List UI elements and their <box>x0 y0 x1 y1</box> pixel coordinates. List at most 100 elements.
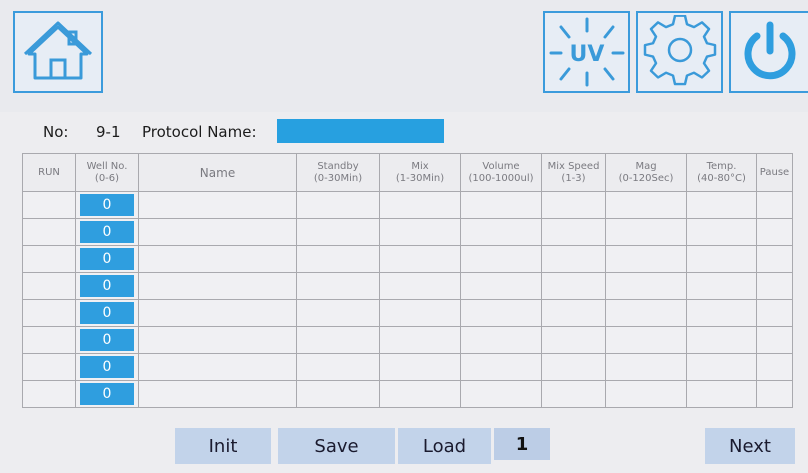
well-value[interactable]: 0 <box>80 248 134 270</box>
mix-speed-cell[interactable] <box>541 272 606 300</box>
name-cell[interactable] <box>138 326 297 354</box>
run-cell[interactable] <box>22 191 76 219</box>
mix-speed-cell[interactable] <box>541 191 606 219</box>
protocol-name-field[interactable] <box>277 119 444 143</box>
standby-cell[interactable] <box>296 353 380 381</box>
name-cell[interactable] <box>138 353 297 381</box>
mix-speed-cell[interactable] <box>541 299 606 327</box>
mag-cell[interactable] <box>605 380 687 408</box>
temp-cell[interactable] <box>686 218 757 246</box>
volume-cell[interactable] <box>460 326 542 354</box>
well-value[interactable]: 0 <box>80 194 134 216</box>
temp-cell[interactable] <box>686 326 757 354</box>
table-row: 0 <box>22 353 793 381</box>
temp-cell[interactable] <box>686 353 757 381</box>
pause-cell[interactable] <box>756 326 793 354</box>
mag-cell[interactable] <box>605 218 687 246</box>
col-volume-header: Volume (100-1000ul) <box>460 153 542 192</box>
pause-cell[interactable] <box>756 272 793 300</box>
mix-cell[interactable] <box>379 191 461 219</box>
mix-cell[interactable] <box>379 299 461 327</box>
pause-cell[interactable] <box>756 299 793 327</box>
temp-cell[interactable] <box>686 299 757 327</box>
name-cell[interactable] <box>138 245 297 273</box>
well-cell[interactable]: 0 <box>75 218 139 246</box>
mix-speed-cell[interactable] <box>541 326 606 354</box>
standby-cell[interactable] <box>296 218 380 246</box>
volume-cell[interactable] <box>460 191 542 219</box>
standby-cell[interactable] <box>296 272 380 300</box>
volume-cell[interactable] <box>460 245 542 273</box>
volume-cell[interactable] <box>460 353 542 381</box>
well-value[interactable]: 0 <box>80 329 134 351</box>
standby-cell[interactable] <box>296 245 380 273</box>
well-cell[interactable]: 0 <box>75 353 139 381</box>
mix-speed-cell[interactable] <box>541 380 606 408</box>
uv-lamp-button[interactable]: UV <box>543 11 630 93</box>
mag-cell[interactable] <box>605 353 687 381</box>
mix-speed-cell[interactable] <box>541 245 606 273</box>
volume-cell[interactable] <box>460 299 542 327</box>
next-button[interactable]: Next <box>705 428 795 464</box>
mag-cell[interactable] <box>605 245 687 273</box>
mix-cell[interactable] <box>379 380 461 408</box>
name-cell[interactable] <box>138 218 297 246</box>
run-cell[interactable] <box>22 218 76 246</box>
temp-cell[interactable] <box>686 245 757 273</box>
name-cell[interactable] <box>138 299 297 327</box>
name-cell[interactable] <box>138 380 297 408</box>
pause-cell[interactable] <box>756 191 793 219</box>
volume-cell[interactable] <box>460 218 542 246</box>
init-button[interactable]: Init <box>175 428 271 464</box>
volume-cell[interactable] <box>460 380 542 408</box>
mag-cell[interactable] <box>605 272 687 300</box>
run-cell[interactable] <box>22 272 76 300</box>
well-cell[interactable]: 0 <box>75 272 139 300</box>
mix-cell[interactable] <box>379 326 461 354</box>
well-value[interactable]: 0 <box>80 275 134 297</box>
mix-cell[interactable] <box>379 218 461 246</box>
mag-cell[interactable] <box>605 326 687 354</box>
temp-cell[interactable] <box>686 191 757 219</box>
name-cell[interactable] <box>138 272 297 300</box>
mag-cell[interactable] <box>605 191 687 219</box>
well-cell[interactable]: 0 <box>75 245 139 273</box>
name-cell[interactable] <box>138 191 297 219</box>
run-cell[interactable] <box>22 299 76 327</box>
well-cell[interactable]: 0 <box>75 380 139 408</box>
home-button[interactable] <box>13 11 103 93</box>
pause-cell[interactable] <box>756 218 793 246</box>
well-cell[interactable]: 0 <box>75 326 139 354</box>
mix-speed-cell[interactable] <box>541 353 606 381</box>
pause-cell[interactable] <box>756 353 793 381</box>
run-cell[interactable] <box>22 353 76 381</box>
run-cell[interactable] <box>22 380 76 408</box>
volume-cell[interactable] <box>460 272 542 300</box>
well-cell[interactable]: 0 <box>75 299 139 327</box>
run-cell[interactable] <box>22 245 76 273</box>
mix-speed-cell[interactable] <box>541 218 606 246</box>
mix-cell[interactable] <box>379 353 461 381</box>
well-value[interactable]: 0 <box>80 383 134 405</box>
standby-cell[interactable] <box>296 299 380 327</box>
well-value[interactable]: 0 <box>80 356 134 378</box>
standby-cell[interactable] <box>296 326 380 354</box>
standby-cell[interactable] <box>296 191 380 219</box>
run-cell[interactable] <box>22 326 76 354</box>
table-row: 0 <box>22 191 793 219</box>
load-button[interactable]: Load <box>398 428 491 464</box>
standby-cell[interactable] <box>296 380 380 408</box>
temp-cell[interactable] <box>686 380 757 408</box>
settings-button[interactable] <box>636 11 723 93</box>
mix-cell[interactable] <box>379 245 461 273</box>
pause-cell[interactable] <box>756 245 793 273</box>
pause-cell[interactable] <box>756 380 793 408</box>
temp-cell[interactable] <box>686 272 757 300</box>
well-cell[interactable]: 0 <box>75 191 139 219</box>
power-button[interactable] <box>729 11 808 93</box>
mag-cell[interactable] <box>605 299 687 327</box>
well-value[interactable]: 0 <box>80 221 134 243</box>
save-button[interactable]: Save <box>278 428 395 464</box>
mix-cell[interactable] <box>379 272 461 300</box>
well-value[interactable]: 0 <box>80 302 134 324</box>
